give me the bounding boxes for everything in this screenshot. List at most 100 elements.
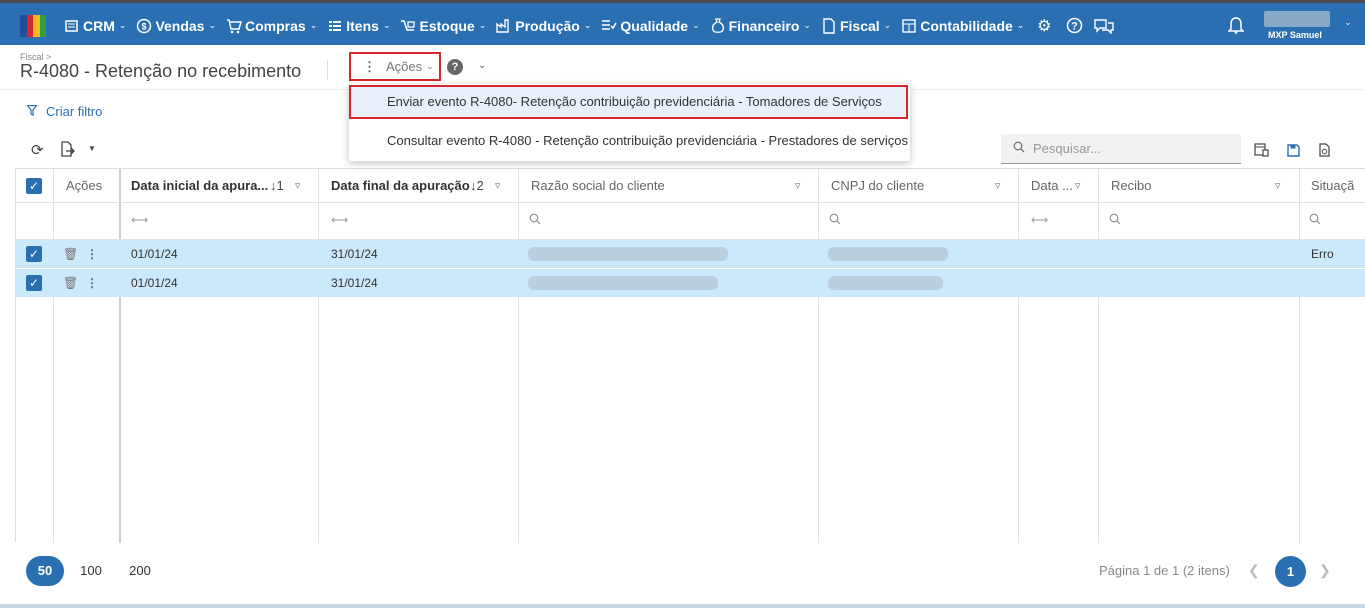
- data-grid: ✓ Ações Data inicial da apura... ↓1 ▿ Da…: [15, 168, 1365, 543]
- nav-compras-label: Compras: [245, 17, 306, 34]
- cell-end-date: 31/01/24: [331, 276, 378, 290]
- page-size-100[interactable]: 100: [72, 556, 110, 586]
- money-bag-icon: [710, 17, 726, 34]
- stock-icon: [400, 18, 416, 34]
- help-circle-icon[interactable]: ?: [1064, 17, 1084, 34]
- actions-label: Ações: [386, 59, 423, 74]
- search-icon[interactable]: [1109, 213, 1121, 228]
- filter-icon[interactable]: ▿: [1275, 179, 1281, 192]
- page-button-current[interactable]: 1: [1275, 556, 1306, 587]
- chevron-down-icon: ⌄: [382, 20, 391, 30]
- chevron-down-icon: ⌄: [1016, 20, 1025, 30]
- cart-icon: [226, 18, 243, 34]
- header-start-date[interactable]: Data inicial da apura...: [131, 169, 277, 202]
- trash-icon[interactable]: 🗑: [63, 269, 78, 297]
- nav-estoque[interactable]: Estoque ⌄: [400, 18, 486, 34]
- svg-text:?: ?: [1071, 21, 1078, 33]
- row-checkbox[interactable]: ✓: [26, 275, 42, 291]
- column-chooser-icon[interactable]: [1253, 142, 1269, 158]
- menu-item-query-event[interactable]: Consultar evento R-4080 - Retenção contr…: [349, 124, 910, 158]
- nav-contabilidade[interactable]: Contabilidade ⌄: [901, 18, 1024, 34]
- reset-layout-icon[interactable]: [1317, 142, 1333, 158]
- filter-icon[interactable]: ▿: [1075, 179, 1081, 192]
- gear-icon[interactable]: ⚙: [1034, 16, 1054, 36]
- avatar: [1264, 11, 1330, 27]
- search-icon: [1013, 141, 1025, 156]
- nav-financeiro[interactable]: Financeiro ⌄: [710, 18, 811, 34]
- nav-qualidade[interactable]: Qualidade ⌄: [601, 17, 700, 34]
- search-input[interactable]: Pesquisar...: [1001, 134, 1241, 164]
- user-name: MXP Samuel: [1268, 30, 1322, 40]
- column-divider: [818, 169, 819, 543]
- header-status[interactable]: Situaçã: [1311, 169, 1365, 202]
- column-divider: [318, 169, 319, 543]
- select-all-checkbox[interactable]: ✓: [26, 178, 42, 194]
- nav-vendas[interactable]: $ Vendas ⌄: [136, 18, 216, 34]
- more-vertical-icon[interactable]: ⋮: [86, 240, 98, 268]
- caret-down-icon[interactable]: ▼: [88, 144, 96, 153]
- main-menu: CRM ⌄ $ Vendas ⌄ Compras ⌄ Itens ⌄ Estoque ⌄ …: [64, 3, 1124, 48]
- chevron-down-icon: ⌄: [118, 20, 127, 30]
- nav-qualidade-label: Qualidade: [620, 17, 689, 34]
- sort-indicator[interactable]: ↓2: [470, 169, 484, 202]
- chevron-down-icon: ⌄: [208, 20, 217, 30]
- header-end-date[interactable]: Data final da apuração: [331, 169, 481, 202]
- quality-icon: [601, 18, 618, 34]
- window-bottom-edge: [0, 604, 1365, 608]
- items-icon: [327, 18, 343, 34]
- search-icon[interactable]: [829, 213, 841, 228]
- search-placeholder: Pesquisar...: [1033, 141, 1101, 156]
- chevron-right-icon[interactable]: ❯: [1319, 562, 1331, 579]
- more-vertical-icon[interactable]: ⋮: [86, 269, 98, 297]
- filter-icon[interactable]: ▿: [995, 179, 1001, 192]
- search-icon[interactable]: [1309, 213, 1321, 228]
- table-row[interactable]: ✓ 🗑 ⋮ 01/01/24 31/01/24 Erro: [16, 240, 1365, 268]
- header-company[interactable]: Razão social do cliente: [531, 169, 791, 202]
- range-filter-icon[interactable]: ⟷: [1031, 213, 1048, 227]
- nav-financeiro-label: Financeiro: [728, 17, 800, 34]
- table-row[interactable]: ✓ 🗑 ⋮ 01/01/24 31/01/24: [16, 269, 1365, 297]
- header-date[interactable]: Data ...: [1031, 169, 1076, 202]
- page-size-50[interactable]: 50: [26, 556, 64, 586]
- search-icon[interactable]: [529, 213, 541, 228]
- create-filter-link[interactable]: Criar filtro: [26, 104, 102, 119]
- nav-vendas-label: Vendas: [155, 17, 205, 34]
- nav-itens[interactable]: Itens ⌄: [327, 18, 390, 34]
- export-icon[interactable]: [60, 141, 75, 160]
- nav-compras[interactable]: Compras ⌄: [226, 18, 317, 34]
- range-filter-icon[interactable]: ⟷: [131, 213, 148, 227]
- divider: [16, 202, 1365, 203]
- filter-icon[interactable]: ▿: [295, 179, 301, 192]
- trash-icon[interactable]: 🗑: [63, 240, 78, 268]
- crm-icon: [64, 18, 80, 34]
- header-receipt[interactable]: Recibo: [1111, 169, 1271, 202]
- nav-fiscal-label: Fiscal: [839, 17, 880, 34]
- row-checkbox[interactable]: ✓: [26, 246, 42, 262]
- nav-fiscal[interactable]: Fiscal ⌄: [821, 18, 891, 34]
- page-size-200[interactable]: 200: [121, 556, 159, 586]
- header-cnpj[interactable]: CNPJ do cliente: [831, 169, 991, 202]
- bell-icon[interactable]: [1227, 16, 1245, 39]
- column-divider: [1018, 169, 1019, 543]
- actions-dropdown-menu: Enviar evento R-4080- Retenção contribui…: [349, 84, 910, 161]
- nav-producao[interactable]: Produção ⌄: [496, 18, 591, 34]
- header-actions: Ações: [66, 178, 103, 193]
- menu-item-send-event[interactable]: Enviar evento R-4080- Retenção contribui…: [349, 85, 908, 119]
- chevron-left-icon[interactable]: ❮: [1248, 562, 1260, 579]
- range-filter-icon[interactable]: ⟷: [331, 213, 348, 227]
- document-icon: [821, 17, 837, 34]
- column-divider: [119, 169, 121, 543]
- nav-crm[interactable]: CRM ⌄: [64, 18, 126, 34]
- chat-icon[interactable]: [1094, 18, 1115, 34]
- actions-button[interactable]: ⋮ Ações ⌄: [349, 52, 441, 81]
- app-logo[interactable]: [20, 15, 46, 37]
- refresh-icon[interactable]: ⟳: [31, 141, 44, 159]
- sort-indicator[interactable]: ↓1: [270, 169, 284, 202]
- chevron-down-icon[interactable]: ⌄: [478, 60, 486, 71]
- user-menu[interactable]: MXP Samuel ⌄: [1264, 9, 1358, 43]
- filter-icon[interactable]: ▿: [795, 179, 801, 192]
- help-icon[interactable]: ?: [447, 59, 463, 75]
- filter-icon[interactable]: ▿: [495, 179, 501, 192]
- cell-status: Erro: [1311, 247, 1334, 261]
- save-icon[interactable]: [1285, 142, 1301, 158]
